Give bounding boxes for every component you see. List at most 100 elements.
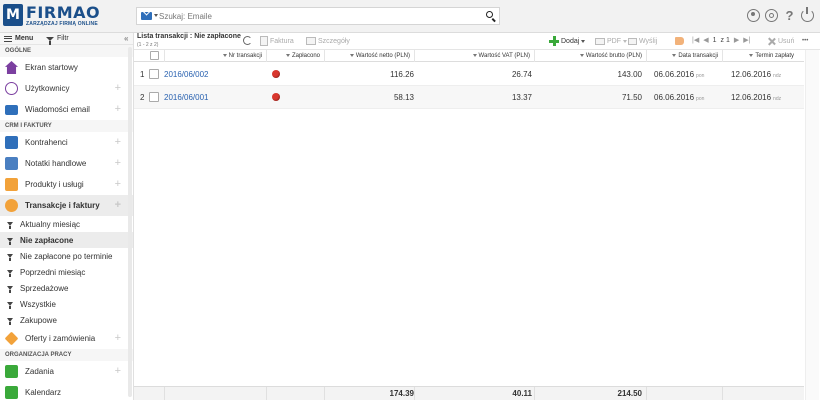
invoice-label: Faktura bbox=[270, 37, 294, 45]
sidebar-item-notes[interactable]: Notatki handlowe + bbox=[0, 153, 133, 174]
row-checkbox[interactable] bbox=[149, 92, 159, 102]
section-work: ORGANIZACJA PRACY bbox=[0, 349, 133, 361]
unpaid-status-icon bbox=[272, 93, 280, 101]
sidebar-item-offers[interactable]: Oferty i zamówienia + bbox=[0, 328, 133, 349]
column-vat[interactable]: Wartość VAT (PLN) bbox=[414, 50, 534, 62]
net-value: 116.26 bbox=[390, 70, 414, 79]
unpaid-status-icon bbox=[272, 70, 280, 78]
row-checkbox[interactable] bbox=[149, 69, 159, 79]
search-icon bbox=[486, 11, 493, 18]
power-icon[interactable] bbox=[801, 7, 814, 22]
sidebar-item-contractors[interactable]: Kontrahenci + bbox=[0, 132, 133, 153]
details-button[interactable]: Szczegóły bbox=[306, 34, 350, 48]
header-icons: ? bbox=[747, 7, 814, 22]
filter-item-all[interactable]: Wszystkie bbox=[0, 296, 133, 312]
firmao-logo[interactable]: M FIRMAO ZARZĄDZAJ FIRMĄ ONLINE bbox=[3, 3, 133, 30]
sidebar-item-transactions[interactable]: Transakcje i faktury + bbox=[0, 195, 133, 216]
send-button[interactable]: Wyślij bbox=[628, 34, 657, 48]
sidebar-item-label: Kalendarz bbox=[25, 388, 62, 397]
pdf-icon bbox=[595, 37, 605, 45]
add-button[interactable]: Dodaj bbox=[549, 34, 586, 48]
sidebar-item-users[interactable]: Użytkownicy + bbox=[0, 78, 133, 99]
filter-icon bbox=[7, 286, 13, 293]
settings-icon[interactable] bbox=[765, 9, 778, 22]
filter-item-current-month[interactable]: Aktualny miesiąc bbox=[0, 216, 133, 232]
logo-name: FIRMAO bbox=[26, 3, 101, 22]
add-icon[interactable]: + bbox=[115, 200, 121, 211]
filter-item-label: Nie zapłacone po terminie bbox=[20, 251, 113, 261]
sidebar-item-calendar[interactable]: Kalendarz bbox=[0, 382, 133, 400]
transaction-number-link[interactable]: 2016/06/002 bbox=[164, 63, 209, 86]
sort-arrow-icon bbox=[349, 53, 354, 57]
table-scrollbar[interactable] bbox=[805, 50, 819, 400]
pdf-button[interactable]: PDF bbox=[595, 34, 627, 48]
table-row[interactable]: 2 2016/06/001 58.13 13.37 71.50 06.06.20… bbox=[134, 86, 804, 109]
filter-item-purchases[interactable]: Zakupowe bbox=[0, 312, 133, 328]
sort-arrow-icon bbox=[749, 53, 754, 57]
calendar-icon bbox=[5, 386, 18, 399]
filter-button[interactable]: Filtr bbox=[46, 35, 69, 45]
filter-item-sales[interactable]: Sprzedażowe bbox=[0, 280, 133, 296]
send-icon bbox=[628, 37, 637, 45]
transaction-number-link[interactable]: 2016/06/001 bbox=[164, 86, 209, 109]
add-label: Dodaj bbox=[561, 37, 580, 45]
first-page-icon[interactable]: |◀ bbox=[692, 36, 699, 44]
column-nr[interactable]: Nr transakcji bbox=[164, 50, 266, 62]
sidebar-item-tasks[interactable]: Zadania + bbox=[0, 361, 133, 382]
search-type-dropdown[interactable] bbox=[141, 11, 159, 22]
column-due[interactable]: Termin zapłaty bbox=[722, 50, 804, 62]
add-icon[interactable]: + bbox=[115, 83, 121, 94]
add-icon[interactable]: + bbox=[115, 366, 121, 377]
table-row[interactable]: 1 2016/06/002 116.26 26.74 143.00 06.06.… bbox=[134, 63, 804, 86]
filter-item-label: Zakupowe bbox=[20, 315, 57, 325]
column-date[interactable]: Data transakcji bbox=[646, 50, 722, 62]
collapse-sidebar-button[interactable]: « bbox=[124, 34, 128, 43]
more-button[interactable]: ••• bbox=[802, 34, 808, 48]
tag-icon bbox=[675, 37, 684, 45]
column-paid[interactable]: Zapłacono bbox=[266, 50, 324, 62]
last-page-icon[interactable]: ▶| bbox=[743, 36, 750, 44]
add-icon[interactable]: + bbox=[115, 104, 121, 115]
sidebar-item-email[interactable]: Wiadomości email + bbox=[0, 99, 133, 120]
sidebar-item-label: Produkty i usługi bbox=[25, 180, 84, 189]
select-all-checkbox[interactable] bbox=[150, 51, 159, 60]
filter-item-unpaid[interactable]: Nie zapłacone bbox=[0, 232, 133, 248]
row-index: 2 bbox=[140, 93, 145, 102]
add-icon[interactable]: + bbox=[115, 158, 121, 169]
hamburger-icon bbox=[4, 35, 12, 42]
tag-button[interactable] bbox=[675, 34, 684, 48]
user-icon[interactable] bbox=[747, 9, 760, 22]
table-header: Nr transakcji Zapłacono Wartość netto (P… bbox=[134, 50, 804, 62]
column-net[interactable]: Wartość netto (PLN) bbox=[324, 50, 414, 62]
gross-value: 143.00 bbox=[617, 70, 642, 79]
delete-button[interactable]: Usuń bbox=[767, 34, 794, 48]
column-gross[interactable]: Wartość brutto (PLN) bbox=[534, 50, 646, 62]
add-icon[interactable]: + bbox=[115, 333, 121, 344]
help-icon[interactable]: ? bbox=[783, 9, 796, 22]
search-input[interactable] bbox=[159, 9, 459, 23]
filter-item-unpaid-overdue[interactable]: Nie zapłacone po terminie bbox=[0, 248, 133, 264]
sidebar-item-start[interactable]: Ekran startowy bbox=[0, 57, 133, 78]
add-icon[interactable]: + bbox=[115, 179, 121, 190]
invoice-icon bbox=[260, 36, 268, 46]
search-button[interactable] bbox=[485, 10, 497, 22]
plus-icon bbox=[549, 36, 559, 46]
invoice-button[interactable]: Faktura bbox=[260, 34, 294, 48]
page-current[interactable]: 1 bbox=[713, 37, 717, 44]
box-icon bbox=[5, 178, 18, 191]
sidebar: Menu Filtr « OGÓLNE Ekran startowy Użytk… bbox=[0, 33, 134, 400]
add-icon[interactable]: + bbox=[115, 137, 121, 148]
sidebar-scrollbar[interactable] bbox=[128, 47, 132, 397]
filter-item-previous-month[interactable]: Poprzedni miesiąc bbox=[0, 264, 133, 280]
list-count: (1 - 2 z 2) bbox=[137, 42, 159, 48]
filter-icon bbox=[7, 270, 13, 277]
prev-page-icon[interactable]: ◀ bbox=[703, 36, 708, 44]
filter-label: Filtr bbox=[57, 35, 69, 42]
filter-icon bbox=[7, 302, 13, 309]
refresh-icon[interactable] bbox=[243, 36, 252, 45]
total-vat: 40.11 bbox=[512, 389, 532, 398]
sidebar-item-products[interactable]: Produkty i usługi + bbox=[0, 174, 133, 195]
contact-icon bbox=[5, 136, 18, 149]
menu-button[interactable]: Menu bbox=[4, 35, 33, 42]
next-page-icon[interactable]: ▶ bbox=[734, 36, 739, 44]
